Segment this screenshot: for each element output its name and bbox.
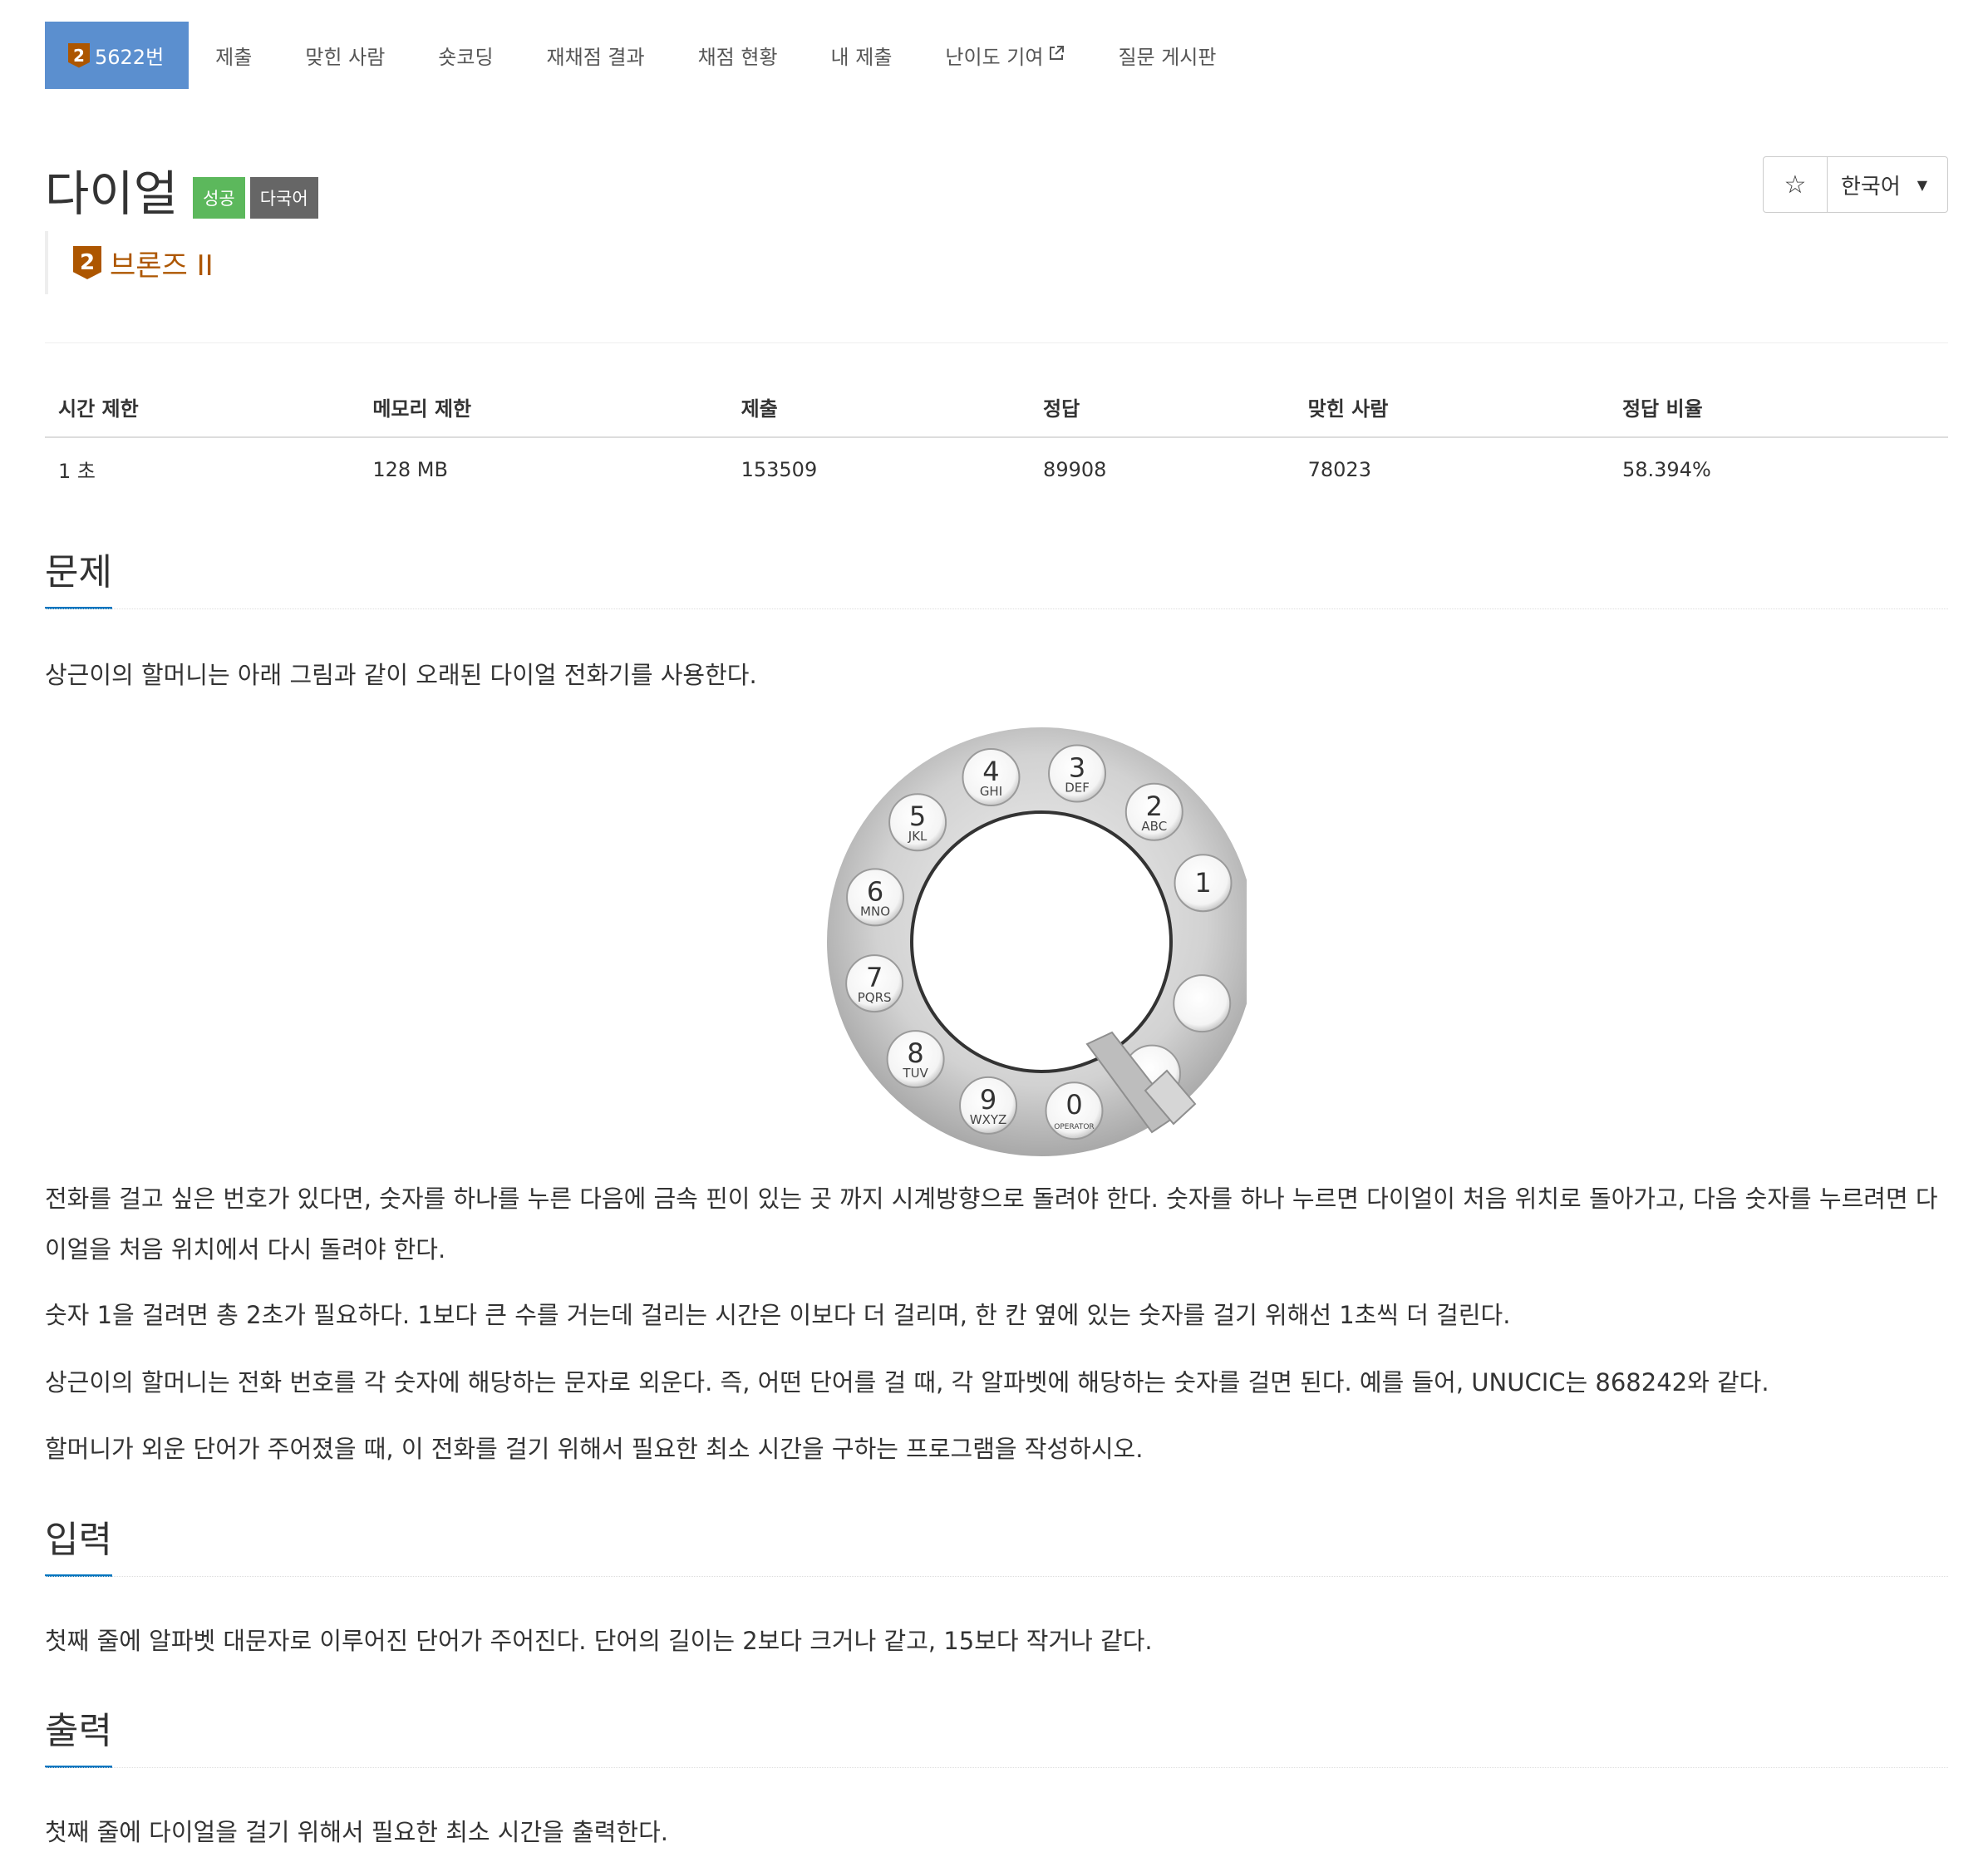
dial-digit: 9: [980, 1084, 996, 1116]
description-intro: 상근이의 할머니는 아래 그림과 같이 오래된 다이얼 전화기를 사용한다.: [45, 661, 757, 689]
header-accepted: 정답: [1030, 384, 1295, 438]
value-submissions: 153509: [741, 457, 818, 481]
dial-hole: 9WXYZ: [959, 1076, 1018, 1135]
nav-problem-id-label: 5622번: [95, 46, 165, 69]
success-label: 성공: [193, 177, 245, 219]
dial-center: [910, 810, 1173, 1073]
dial-letters: ABC: [1141, 819, 1167, 834]
dial-hole: 7PQRS: [845, 954, 904, 1013]
divider: [45, 342, 1948, 343]
problem-nav: 2 5622번 제출 맞힌 사람 숏코딩 재채점 결과 채점 현황 내 제출 난…: [45, 22, 1242, 89]
table-header-row: 시간 제한 메모리 제한 제출 정답 맞힌 사람 정답 비율: [45, 384, 1948, 438]
dial-letters: PQRS: [858, 990, 892, 1005]
nav-submit[interactable]: 제출: [189, 22, 278, 89]
dial-hole: 1: [1174, 854, 1233, 913]
dial-letters: GHI: [980, 784, 1002, 799]
dial-letters: DEF: [1065, 781, 1090, 796]
nav-short-coding[interactable]: 숏코딩: [411, 22, 519, 89]
dial-hole: 6MNO: [846, 868, 905, 927]
dial-hole: 8TUV: [886, 1030, 945, 1089]
dial-letters: WXYZ: [970, 1112, 1007, 1127]
tier-badge-icon: 2: [73, 246, 101, 279]
nav-difficulty-contribution[interactable]: 난이도 기여: [918, 22, 1091, 89]
page-title: 다이얼: [45, 165, 179, 222]
dial-digit: 8: [907, 1037, 923, 1069]
section-divider: [45, 608, 1948, 609]
dial-letters: JKL: [908, 829, 928, 844]
dial-letters: OPERATOR: [1054, 1123, 1094, 1131]
language-label: 한국어: [1841, 174, 1901, 200]
problem-title-row: 다이얼 성공 다국어: [45, 155, 323, 224]
input-section-header: 입력: [45, 1510, 1948, 1577]
value-accepted: 89908: [1043, 457, 1107, 481]
nav-status[interactable]: 채점 현황: [672, 22, 805, 89]
caret-down-icon: ▼: [1917, 176, 1928, 193]
description-section-header: 문제: [45, 542, 1948, 609]
dial-hole: 2ABC: [1124, 782, 1183, 841]
section-divider: [45, 1576, 1948, 1577]
rotary-dial-image: 12ABC3DEF4GHI5JKL6MNO7PQRS8TUV9WXYZ 0OPER…: [827, 727, 1247, 1156]
dial-digit: 0: [1065, 1089, 1082, 1121]
output-section-header: 출력: [45, 1701, 1948, 1768]
external-link-icon: [1048, 45, 1065, 67]
header-accept-ratio: 정답 비율: [1608, 384, 1948, 438]
language-dropdown[interactable]: 한국어 ▼: [1828, 157, 1947, 212]
value-accept-ratio: 58.394%: [1621, 457, 1711, 481]
star-button[interactable]: ☆: [1764, 157, 1828, 212]
nav-difficulty-label: 난이도 기여: [945, 46, 1044, 69]
star-icon: ☆: [1784, 170, 1807, 200]
header-submissions: 제출: [727, 384, 1031, 438]
dial-hole: 4GHI: [962, 748, 1021, 807]
dial-digit: 6: [867, 875, 883, 907]
input-heading: 입력: [45, 1510, 112, 1577]
description-paragraph-1: 전화를 걸고 싶은 번호가 있다면, 숫자를 하나를 누른 다음에 금속 핀이 …: [45, 1185, 1938, 1264]
description-heading: 문제: [45, 542, 112, 609]
dial-letters: MNO: [860, 904, 890, 919]
tier-label[interactable]: 브론즈 II: [110, 243, 214, 283]
dial-digit: 1: [1194, 867, 1211, 899]
header-time-limit: 시간 제한: [45, 384, 360, 438]
dial-digit: 7: [866, 962, 883, 993]
dial-digit: 3: [1069, 752, 1085, 784]
nav-solved-users[interactable]: 맞힌 사람: [278, 22, 411, 89]
dial-letters: TUV: [902, 1066, 928, 1081]
section-divider: [45, 1767, 1948, 1768]
dial-hole: 5JKL: [888, 793, 947, 852]
dial-hole: 3DEF: [1048, 744, 1107, 803]
description-paragraph-2: 숫자 1을 걸려면 총 2초가 필요하다. 1보다 큰 수를 거는데 걸리는 시…: [45, 1301, 1511, 1329]
table-row: 1 초 128 MB 153509 89908 78023 58.394%: [45, 437, 1948, 500]
dial-digit: 2: [1146, 791, 1163, 822]
value-memory-limit: 128 MB: [372, 457, 448, 481]
problem-info-table: 시간 제한 메모리 제한 제출 정답 맞힌 사람 정답 비율 1 초 128 M…: [45, 384, 1948, 500]
nav-rejudge-results[interactable]: 재채점 결과: [520, 22, 672, 89]
description-paragraph-3: 상근이의 할머니는 전화 번호를 각 숫자에 해당하는 문자로 외운다. 즉, …: [45, 1368, 1769, 1397]
output-heading: 출력: [45, 1701, 112, 1768]
multilang-label: 다국어: [249, 177, 318, 219]
nav-my-submissions[interactable]: 내 제출: [805, 22, 919, 89]
input-text: 첫째 줄에 알파벳 대문자로 이루어진 단어가 주어진다. 단어의 길이는 2보…: [45, 1627, 1153, 1655]
dial-digit: 4: [982, 756, 999, 787]
dial-hole: [1173, 974, 1232, 1033]
value-time-limit: 1 초: [58, 460, 96, 483]
output-text: 첫째 줄에 다이얼을 걸기 위해서 필요한 최소 시간을 출력한다.: [45, 1818, 668, 1846]
dial-digit: 5: [909, 800, 926, 832]
nav-problem-id[interactable]: 2 5622번: [45, 22, 189, 89]
problem-tools: ☆ 한국어 ▼: [1763, 156, 1948, 213]
dial-hole: 0 OPERATOR: [1045, 1081, 1104, 1140]
header-memory-limit: 메모리 제한: [359, 384, 728, 438]
header-solved-users: 맞힌 사람: [1294, 384, 1609, 438]
value-solved-users: 78023: [1307, 457, 1371, 481]
nav-qna-board[interactable]: 질문 게시판: [1091, 22, 1242, 89]
description-paragraph-4: 할머니가 외운 단어가 주어졌을 때, 이 전화를 걸기 위해서 필요한 최소 …: [45, 1435, 1144, 1463]
tier-badge-icon: 2: [68, 42, 90, 68]
tier-info: 2 브론즈 II: [45, 231, 214, 294]
